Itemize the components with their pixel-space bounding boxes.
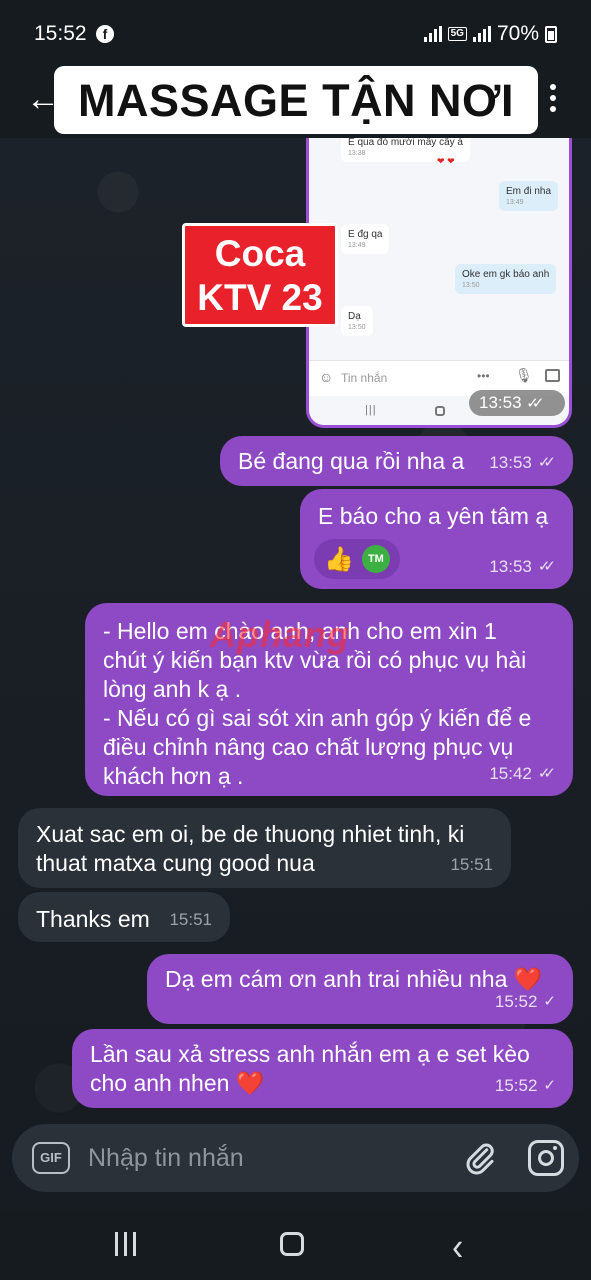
embed-emoji-icon: ☺ bbox=[319, 369, 334, 385]
status-indicators: 5G 70% bbox=[423, 22, 557, 46]
facebook-icon: f bbox=[96, 25, 114, 43]
ktv-sticker: Coca KTV 23 bbox=[182, 223, 338, 327]
message-text: Dạ em cám ơn anh trai nhiều nha bbox=[165, 966, 508, 992]
embed-timestamp: 13:53 ✓✓ bbox=[469, 390, 565, 416]
network-badge: 5G bbox=[447, 27, 467, 41]
message-text: E báo cho a yên tâm ạ bbox=[318, 503, 549, 529]
message-line: Xuat sac em oi, be de thuong nhiet tinh,… bbox=[36, 821, 465, 847]
message-line: - Hello em chào anh, anh cho em xin 1 bbox=[103, 618, 497, 644]
message-text: Bé đang qua rồi nha a bbox=[238, 448, 465, 474]
attachment-icon[interactable] bbox=[462, 1140, 498, 1176]
message-outgoing[interactable]: Lần sau xả stress anh nhắn em ạ e set kè… bbox=[72, 1029, 573, 1108]
message-line: thuat matxa cung good nua bbox=[36, 850, 315, 876]
sticker-line-2: KTV 23 bbox=[197, 277, 323, 318]
message-line: - Nếu có gì sai sót xin anh góp ý kiến đ… bbox=[103, 705, 532, 731]
status-bar: 15:52 f 5G 70% bbox=[0, 0, 591, 66]
sticker-line-1: Coca bbox=[214, 233, 306, 274]
battery-percent: 70% bbox=[496, 22, 539, 45]
message-meta: 15:52 ✓ bbox=[494, 1076, 556, 1095]
system-nav-bar: ‹ bbox=[0, 1210, 591, 1280]
embed-more-icon: ••• bbox=[477, 369, 490, 383]
camera-icon[interactable] bbox=[528, 1140, 564, 1176]
tm-reaction-avatar: TM bbox=[361, 545, 390, 573]
reactions[interactable]: 👍 TM bbox=[314, 539, 400, 579]
message-line: chút ý kiến bạn ktv vừa rồi có phục vụ h… bbox=[103, 647, 527, 673]
message-text: Thanks em bbox=[36, 906, 150, 932]
embed-message: Em đi nha 13:49 bbox=[499, 181, 559, 211]
message-line: cho anh nhen bbox=[90, 1070, 230, 1096]
message-meta: 15:51 bbox=[450, 855, 493, 874]
more-options-icon[interactable] bbox=[550, 84, 556, 112]
status-time: 15:52 bbox=[34, 22, 87, 45]
gif-button[interactable]: GIF bbox=[32, 1142, 70, 1174]
message-outgoing[interactable]: - Hello em chào anh, anh cho em xin 1 ch… bbox=[85, 603, 573, 796]
embedded-screenshot[interactable]: E qua đó mười mấy cây á 13:38 ❤ ❤ Em đi … bbox=[306, 138, 572, 428]
message-outgoing[interactable]: Dạ em cám ơn anh trai nhiều nha ❤️ 15:52… bbox=[147, 954, 573, 1024]
embed-image-icon bbox=[545, 369, 560, 382]
heart-emoji-icon: ❤️ bbox=[235, 1070, 265, 1096]
message-line: Lần sau xả stress anh nhắn em ạ e set kè… bbox=[90, 1041, 530, 1067]
message-outgoing[interactable]: E báo cho a yên tâm ạ 👍 TM 13:53 ✓✓ bbox=[300, 489, 573, 589]
home-icon[interactable] bbox=[280, 1232, 304, 1256]
message-meta: 13:53 ✓✓ bbox=[489, 557, 556, 576]
message-composer: GIF bbox=[12, 1124, 579, 1192]
message-meta: 15:52 ✓ bbox=[494, 992, 556, 1011]
message-input[interactable] bbox=[88, 1138, 448, 1178]
embed-mic-icon: 🎙 bbox=[515, 367, 533, 383]
chat-header: ← MASSAGE TẬN NƠI bbox=[0, 66, 591, 138]
embed-message: E đg qa 13:49 bbox=[341, 224, 390, 254]
message-line: lòng anh k ạ . bbox=[103, 676, 242, 702]
signal-icon bbox=[423, 26, 442, 42]
battery-icon bbox=[545, 25, 557, 43]
message-meta: 15:51 bbox=[169, 910, 212, 929]
embed-message: Oke em gk báo anh 13:50 bbox=[455, 264, 557, 294]
embed-input-placeholder: Tin nhắn bbox=[341, 371, 388, 385]
signal-icon-2 bbox=[472, 26, 491, 42]
message-meta: 13:53 ✓✓ bbox=[489, 453, 556, 472]
message-line: điều chỉnh nâng cao chất lượng phục vụ bbox=[103, 734, 514, 760]
chat-title[interactable]: MASSAGE TẬN NƠI bbox=[54, 66, 538, 134]
message-incoming[interactable]: Thanks em 15:51 bbox=[18, 892, 230, 942]
message-line: khách hơn ạ . bbox=[103, 763, 244, 789]
thumbs-up-reaction-icon: 👍 bbox=[324, 545, 354, 573]
message-outgoing[interactable]: Bé đang qua rồi nha a 13:53 ✓✓ bbox=[220, 436, 573, 486]
embed-reaction-hearts: ❤ ❤ bbox=[437, 156, 455, 166]
message-meta: 15:42 ✓✓ bbox=[489, 764, 556, 783]
nav-back-icon[interactable]: ‹ bbox=[452, 1225, 463, 1270]
message-incoming[interactable]: Xuat sac em oi, be de thuong nhiet tinh,… bbox=[18, 808, 511, 888]
embed-message: Dạ 13:50 bbox=[341, 306, 373, 336]
recents-icon[interactable] bbox=[115, 1232, 136, 1256]
